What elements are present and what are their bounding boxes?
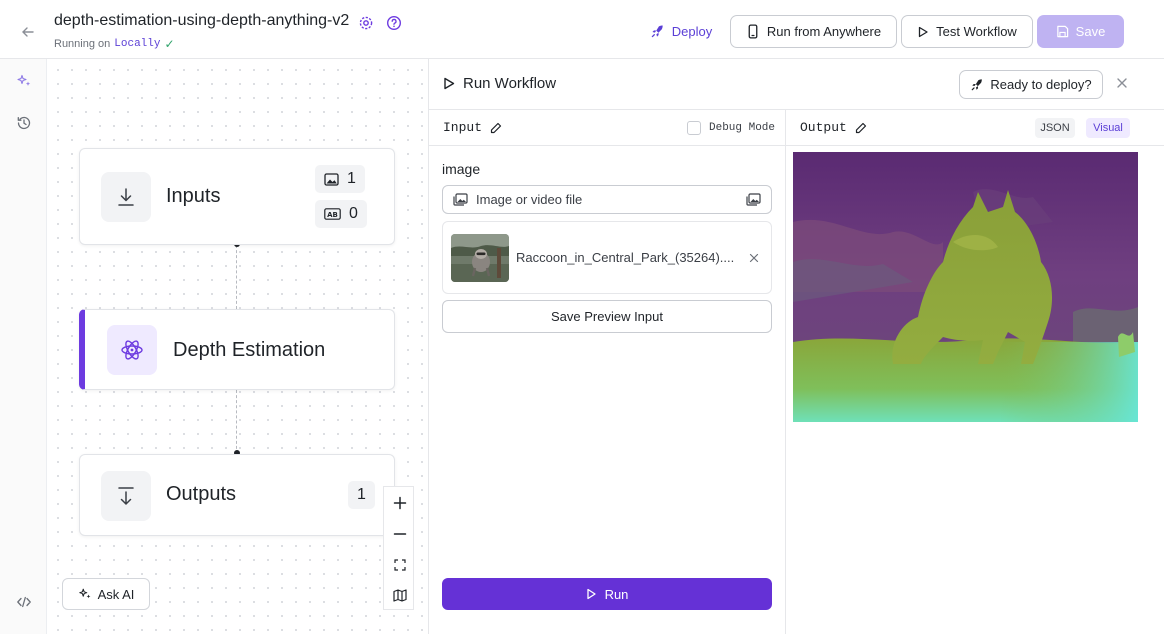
save-button[interactable]: Save bbox=[1037, 15, 1124, 48]
workflow-canvas[interactable]: Inputs 1 AB 0 Depth Estimation Outputs 1… bbox=[47, 59, 428, 634]
node-depth-label: Depth Estimation bbox=[173, 339, 326, 361]
sparkles-icon bbox=[78, 587, 92, 601]
left-rail bbox=[0, 59, 47, 634]
input-heading: Input bbox=[443, 120, 502, 135]
raccoon-thumbnail bbox=[451, 234, 509, 282]
selected-file-name: Raccoon_in_Central_Park_(35264).... bbox=[516, 250, 735, 265]
pencil-icon[interactable] bbox=[855, 122, 867, 134]
ready-to-deploy-button[interactable]: Ready to deploy? bbox=[959, 70, 1103, 99]
image-file-picker[interactable]: Image or video file bbox=[442, 185, 772, 214]
input-column: Input Debug Mode image Image or video fi… bbox=[429, 110, 786, 634]
output-count-badge: 1 bbox=[348, 481, 375, 509]
status-prefix: Running on bbox=[54, 38, 111, 50]
phone-icon bbox=[746, 24, 760, 39]
settings-gear-icon[interactable] bbox=[358, 15, 374, 31]
ask-ai-label: Ask AI bbox=[97, 586, 135, 602]
play-icon bbox=[917, 26, 929, 38]
edge-inputs-to-depth bbox=[236, 245, 237, 309]
gallery-icon bbox=[746, 193, 761, 206]
atom-icon bbox=[107, 325, 157, 375]
run-label: Run bbox=[604, 586, 629, 602]
run-from-anywhere-button[interactable]: Run from Anywhere bbox=[730, 15, 897, 48]
deploy-button[interactable]: Deploy bbox=[640, 15, 722, 48]
minimap-icon[interactable] bbox=[384, 580, 415, 611]
deploy-label: Deploy bbox=[671, 24, 713, 39]
node-depth-estimation[interactable]: Depth Estimation bbox=[79, 309, 395, 390]
selected-file-item: Raccoon_in_Central_Park_(35264).... bbox=[442, 221, 772, 294]
run-from-anywhere-label: Run from Anywhere bbox=[766, 24, 882, 39]
output-count: 1 bbox=[357, 486, 366, 503]
image-input-count-badge: 1 bbox=[315, 165, 365, 193]
node-inputs[interactable]: Inputs 1 AB 0 bbox=[79, 148, 395, 245]
close-icon[interactable] bbox=[1115, 76, 1129, 90]
workflow-title[interactable]: depth-estimation-using-depth-anything-v2 bbox=[54, 12, 349, 30]
back-arrow-icon[interactable] bbox=[18, 22, 38, 42]
download-icon bbox=[101, 172, 151, 222]
save-preview-input-button[interactable]: Save Preview Input bbox=[442, 300, 772, 333]
test-workflow-label: Test Workflow bbox=[936, 24, 1017, 39]
panel-title-text: Run Workflow bbox=[463, 75, 557, 92]
zoom-controls bbox=[383, 486, 414, 610]
output-heading-text: Output bbox=[800, 120, 847, 135]
rocket-icon bbox=[650, 24, 665, 39]
input-header: Input Debug Mode bbox=[429, 110, 786, 146]
image-icon bbox=[324, 172, 339, 186]
text-input-count: 0 bbox=[349, 205, 358, 222]
sparkles-icon[interactable] bbox=[16, 73, 32, 89]
panel-title: Run Workflow bbox=[443, 75, 556, 92]
tab-visual[interactable]: Visual bbox=[1086, 118, 1130, 138]
debug-mode-toggle[interactable]: Debug Mode bbox=[687, 121, 775, 135]
check-icon: ✓ bbox=[164, 37, 175, 51]
debug-mode-label: Debug Mode bbox=[709, 122, 776, 134]
file-picker-placeholder: Image or video file bbox=[476, 192, 583, 207]
history-icon[interactable] bbox=[16, 115, 32, 131]
save-disk-icon bbox=[1056, 25, 1069, 38]
output-header: Output JSON Visual bbox=[786, 110, 1164, 146]
edge-depth-to-outputs bbox=[236, 390, 237, 454]
text-ab-icon: AB bbox=[324, 208, 341, 220]
code-icon[interactable] bbox=[16, 594, 32, 610]
node-outputs[interactable]: Outputs 1 bbox=[79, 454, 395, 536]
ask-ai-button[interactable]: Ask AI bbox=[62, 578, 150, 610]
remove-file-icon[interactable] bbox=[749, 253, 759, 263]
play-icon bbox=[443, 77, 455, 90]
node-inputs-label: Inputs bbox=[166, 185, 221, 207]
output-column: Output JSON Visual bbox=[786, 110, 1164, 634]
run-workflow-panel: Run Workflow Ready to deploy? Input Debu… bbox=[428, 59, 1164, 634]
tab-json[interactable]: JSON bbox=[1035, 118, 1075, 138]
status-location: Locally bbox=[114, 38, 161, 50]
help-icon[interactable] bbox=[386, 15, 402, 31]
test-workflow-button[interactable]: Test Workflow bbox=[901, 15, 1033, 48]
save-label: Save bbox=[1075, 24, 1106, 39]
zoom-in-icon[interactable] bbox=[384, 487, 415, 518]
fit-view-icon[interactable] bbox=[384, 549, 415, 580]
pencil-icon[interactable] bbox=[490, 122, 502, 134]
output-heading: Output bbox=[800, 120, 867, 135]
image-input-count: 1 bbox=[347, 170, 356, 187]
image-field-label: image bbox=[442, 161, 481, 177]
output-download-icon bbox=[101, 471, 151, 521]
text-input-count-badge: AB 0 bbox=[315, 200, 367, 228]
play-icon bbox=[586, 588, 597, 600]
svg-text:AB: AB bbox=[327, 211, 338, 219]
node-outputs-label: Outputs bbox=[166, 483, 237, 505]
run-status: Running on Locally ✓ bbox=[54, 37, 175, 51]
zoom-out-icon[interactable] bbox=[384, 518, 415, 549]
depth-map-output-image bbox=[793, 152, 1138, 422]
run-button[interactable]: Run bbox=[442, 578, 772, 610]
panel-header: Run Workflow Ready to deploy? bbox=[429, 59, 1164, 110]
ready-label: Ready to deploy? bbox=[990, 77, 1092, 92]
top-header: depth-estimation-using-depth-anything-v2… bbox=[0, 0, 1164, 59]
rocket-icon bbox=[970, 78, 984, 92]
input-heading-text: Input bbox=[443, 120, 483, 135]
images-icon bbox=[453, 193, 468, 206]
debug-mode-checkbox[interactable] bbox=[687, 121, 701, 135]
